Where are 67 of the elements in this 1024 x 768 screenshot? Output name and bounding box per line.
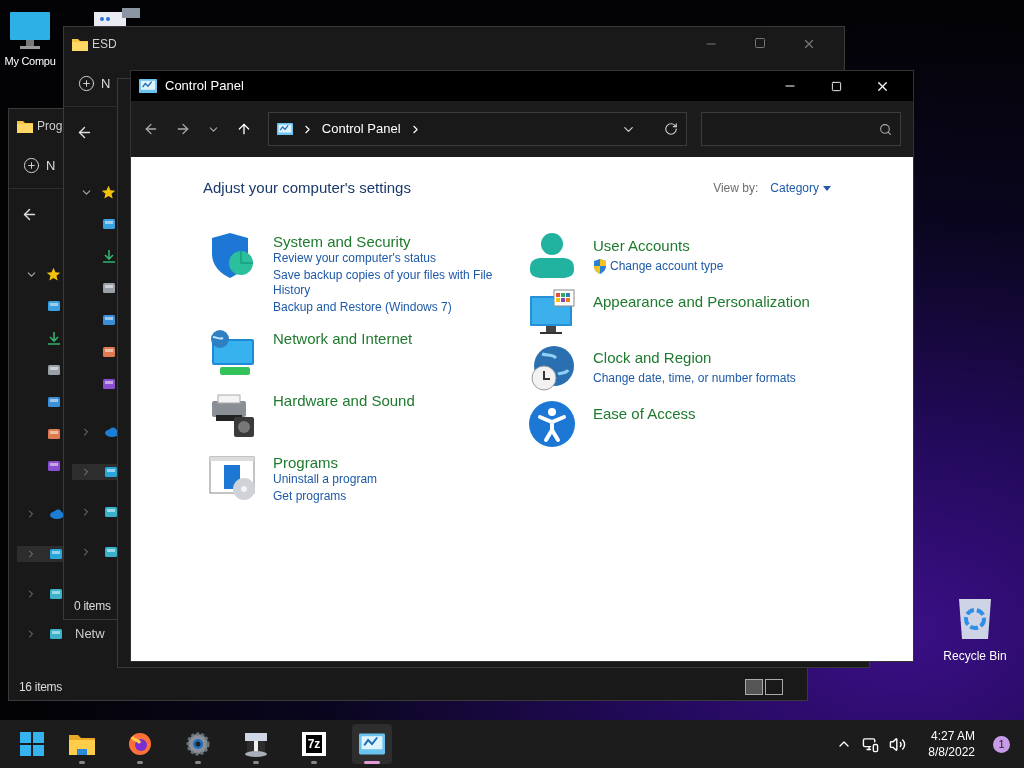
network-monitor-icon: [208, 328, 256, 377]
network-icon[interactable]: [862, 735, 880, 753]
task-link[interactable]: Change account type: [610, 258, 724, 274]
cloud-icon: [49, 509, 65, 519]
category-link[interactable]: Ease of Access: [593, 403, 696, 423]
folder-icon[interactable]: [69, 733, 95, 755]
tiles-view-icon[interactable]: [765, 679, 783, 695]
recycle-bin-icon[interactable]: [957, 597, 993, 641]
view-by-dropdown[interactable]: Category: [770, 179, 831, 198]
page-heading: Adjust your computer's settings: [203, 178, 411, 198]
desktop-icon-label[interactable]: Recycle Bin: [943, 647, 1007, 665]
category-link[interactable]: Clock and Region: [593, 347, 796, 367]
control-panel-app-icon[interactable]: [359, 733, 385, 755]
caret-icon: [823, 185, 831, 191]
server-icon[interactable]: [92, 8, 142, 28]
folder-icon: [72, 37, 88, 51]
sidebar-label[interactable]: Netw: [75, 624, 105, 644]
notification-badge[interactable]: 1: [993, 735, 1010, 753]
download-icon: [47, 331, 61, 345]
window-title: Control Panel: [165, 77, 244, 96]
task-link[interactable]: Get programs: [273, 488, 347, 504]
task-link[interactable]: Uninstall a program: [273, 471, 378, 487]
category-link[interactable]: Programs: [273, 452, 378, 472]
control-panel-icon: [139, 78, 157, 94]
accessibility-icon: [528, 399, 576, 448]
clock[interactable]: 4:27 AM 8/8/2022: [928, 728, 975, 760]
status-text: 16 items: [19, 679, 62, 696]
browser-icon[interactable]: [128, 732, 152, 756]
app-icon[interactable]: [243, 731, 269, 757]
task-link[interactable]: Backup and Restore (Windows 7): [273, 299, 452, 315]
search-icon: [879, 122, 892, 136]
window-title: ESD: [92, 36, 117, 53]
window-title: Prog: [37, 118, 63, 135]
task-link[interactable]: Review your computer's status: [273, 250, 437, 266]
new-button[interactable]: N: [23, 155, 56, 176]
star-icon: [46, 266, 61, 282]
search-field[interactable]: [700, 112, 901, 146]
address-bar[interactable]: Control Panel: [267, 112, 687, 146]
task-link[interactable]: Change date, time, or number formats: [593, 370, 796, 386]
archive-app-icon[interactable]: 7z: [302, 732, 326, 756]
breadcrumb-item[interactable]: Control Panel: [321, 119, 401, 139]
new-button[interactable]: N: [78, 73, 111, 94]
folder-icon: [17, 119, 33, 133]
download-icon: [102, 249, 116, 263]
category-link[interactable]: System and Security: [273, 231, 498, 251]
star-icon: [101, 184, 116, 200]
view-by-label: View by:: [713, 180, 759, 198]
details-view-icon[interactable]: [745, 679, 763, 695]
category-link[interactable]: Hardware and Sound: [273, 390, 415, 410]
monitor-palette-icon: [528, 287, 576, 336]
start-icon[interactable]: [20, 732, 44, 756]
user-icon: [528, 231, 576, 280]
maximize-icon[interactable]: [754, 37, 766, 49]
desktop-icon-label[interactable]: My Compu: [4, 53, 56, 70]
globe-clock-icon: [528, 343, 576, 392]
volume-icon[interactable]: [889, 735, 907, 753]
back-icon[interactable]: [143, 121, 159, 137]
category-link[interactable]: Network and Internet: [273, 328, 413, 348]
task-link[interactable]: Save backup copies of your files with File History: [273, 267, 498, 298]
maximize-icon: [830, 80, 842, 92]
category-link[interactable]: User Accounts: [593, 235, 724, 255]
close-icon[interactable]: [802, 37, 816, 51]
status-text: 0 items: [74, 598, 111, 615]
refresh-icon[interactable]: [663, 122, 678, 136]
control-panel-icon: [276, 122, 293, 136]
gear-icon[interactable]: [186, 732, 210, 756]
category-link[interactable]: Appearance and Personalization: [593, 291, 810, 311]
